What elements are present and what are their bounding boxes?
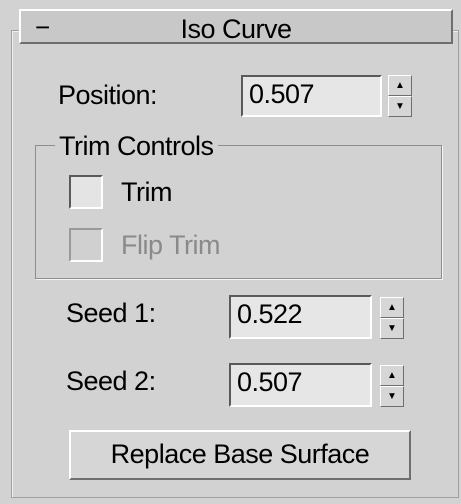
trim-controls-title: Trim Controls [55, 131, 218, 162]
rollout-titlebar[interactable]: − Iso Curve [19, 9, 453, 44]
spinner-down-icon[interactable]: ▼ [380, 318, 404, 339]
spinner-down-icon[interactable]: ▼ [380, 386, 404, 407]
spinner-up-icon[interactable]: ▲ [380, 365, 404, 386]
spinner-up-icon[interactable]: ▲ [380, 297, 404, 318]
position-input[interactable]: 0.507 [241, 75, 382, 117]
seed1-label: Seed 1: [66, 298, 156, 328]
trim-checkbox[interactable] [69, 175, 103, 209]
position-spinner[interactable]: ▲ ▼ [388, 75, 412, 117]
flip-trim-checkbox [69, 228, 103, 262]
replace-base-surface-button[interactable]: Replace Base Surface [69, 430, 411, 480]
flip-trim-label: Flip Trim [121, 230, 221, 260]
trim-label[interactable]: Trim [121, 177, 172, 208]
seed1-spinner[interactable]: ▲ ▼ [380, 297, 404, 339]
seed1-input[interactable]: 0.522 [229, 295, 372, 339]
position-label: Position: [58, 80, 158, 110]
spinner-down-icon[interactable]: ▼ [388, 96, 412, 117]
seed2-input[interactable]: 0.507 [229, 363, 372, 407]
spinner-up-icon[interactable]: ▲ [388, 75, 412, 96]
seed2-spinner[interactable]: ▲ ▼ [380, 365, 404, 407]
rollout-title: Iso Curve [180, 14, 292, 44]
seed2-label: Seed 2: [66, 366, 156, 396]
